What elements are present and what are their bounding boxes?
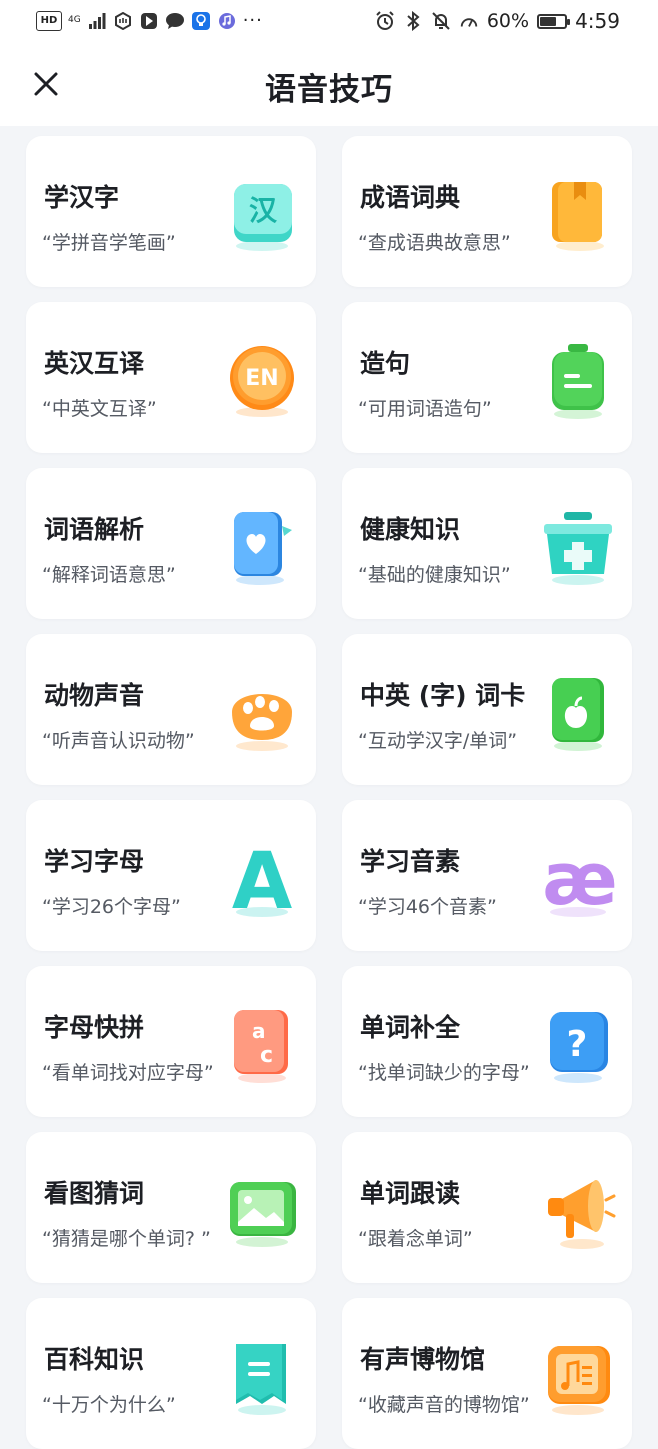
feature-title: 学汉字: [44, 183, 120, 212]
speed-gauge-icon: [459, 12, 479, 30]
heart-book-icon: [222, 506, 302, 586]
book-icon: [538, 174, 618, 254]
music-app-icon: [217, 12, 237, 30]
feature-title: 学习字母: [44, 847, 145, 876]
svg-text:EN: EN: [245, 366, 278, 391]
chat-icon: [165, 12, 185, 30]
feature-title: 造句: [360, 349, 411, 378]
sentence-jar-icon: [538, 340, 618, 420]
feature-title: 单词跟读: [360, 1179, 461, 1208]
feature-card-4[interactable]: 造句 “可用词语造句”: [342, 302, 632, 453]
feature-card-16[interactable]: 有声博物馆 “收藏声音的博物馆”: [342, 1298, 632, 1449]
feature-subtitle: “基础的健康知识”: [358, 564, 511, 586]
feature-card-15[interactable]: 百科知识 “十万个为什么”: [26, 1298, 316, 1449]
feature-subtitle: “学习46个音素”: [358, 896, 497, 918]
page-title: 语音技巧: [265, 72, 393, 108]
feature-title: 成语词典: [360, 183, 461, 212]
status-bar-left: HD 4G ···: [36, 10, 263, 31]
feature-card-14[interactable]: 单词跟读 “跟着念单词”: [342, 1132, 632, 1283]
phoneme-ae-icon: æ: [538, 837, 618, 921]
feature-title: 中英 (字) 词卡: [360, 681, 526, 710]
clock-time: 4:59: [575, 9, 620, 33]
page-header: 语音技巧: [0, 46, 658, 126]
feature-title: 看图猜词: [44, 1179, 145, 1208]
feature-subtitle: “解释词语意思”: [42, 564, 176, 586]
svg-text:æ: æ: [542, 838, 617, 918]
app-arrow-icon: [139, 12, 159, 30]
feature-subtitle: “互动学汉字/单词”: [358, 730, 518, 752]
battery-level: [540, 16, 556, 26]
more-notifications-icon: ···: [242, 10, 263, 31]
feature-subtitle: “猜猜是哪个单词? ”: [42, 1228, 211, 1250]
feature-subtitle: “可用词语造句”: [358, 398, 492, 420]
letter-a-icon: A: [222, 837, 302, 927]
feature-subtitle: “中英文互译”: [42, 398, 157, 420]
letters-tile-icon: a c: [222, 1004, 302, 1084]
feature-title: 英汉互译: [44, 349, 145, 378]
feature-subtitle: “学习26个字母”: [42, 896, 181, 918]
bluetooth-icon: [403, 11, 423, 31]
feature-title: 动物声音: [44, 681, 145, 710]
mute-bell-icon: [431, 12, 451, 30]
feature-title: 词语解析: [44, 515, 145, 544]
svg-text:c: c: [260, 1043, 273, 1068]
feature-subtitle: “查成语典故意思”: [358, 232, 511, 254]
megaphone-icon: [538, 1170, 618, 1250]
feature-subtitle: “十万个为什么”: [42, 1394, 176, 1416]
question-tile-icon: ?: [538, 1004, 618, 1084]
hanzi-tile-icon: 汉: [222, 174, 302, 254]
feature-card-13[interactable]: 看图猜词 “猜猜是哪个单词? ”: [26, 1132, 316, 1283]
svg-text:?: ?: [567, 1024, 588, 1065]
battery-icon: [537, 13, 571, 29]
feature-subtitle: “跟着念单词”: [358, 1228, 473, 1250]
feature-card-5[interactable]: 词语解析 “解释词语意思”: [26, 468, 316, 619]
feature-title: 学习音素: [360, 847, 461, 876]
feature-card-1[interactable]: 学汉字 “学拼音学笔画” 汉: [26, 136, 316, 287]
network-type: 4G: [68, 15, 81, 25]
paw-icon: [222, 672, 302, 752]
feature-title: 单词补全: [360, 1013, 461, 1042]
feature-card-10[interactable]: 学习音素 “学习46个音素” æ: [342, 800, 632, 951]
feature-card-12[interactable]: 单词补全 “找单词缺少的字母” ?: [342, 966, 632, 1117]
app-hand-icon: [113, 11, 133, 30]
picture-icon: [222, 1170, 302, 1250]
apple-card-icon: [538, 672, 618, 752]
bulb-app-icon: [191, 11, 211, 30]
encyclopedia-icon: [222, 1336, 302, 1416]
feature-title: 字母快拼: [44, 1013, 145, 1042]
hd-icon: HD: [36, 10, 62, 31]
feature-card-3[interactable]: 英汉互译 “中英文互译” EN: [26, 302, 316, 453]
status-bar: HD 4G ··· 60% 4:59: [0, 0, 658, 46]
svg-text:A: A: [232, 838, 292, 918]
signal-icon: [87, 12, 107, 30]
alarm-icon: [375, 11, 395, 30]
feature-card-6[interactable]: 健康知识 “基础的健康知识”: [342, 468, 632, 619]
feature-title: 健康知识: [360, 515, 461, 544]
medical-kit-icon: [538, 506, 618, 586]
feature-title: 有声博物馆: [360, 1345, 486, 1374]
svg-text:a: a: [252, 1019, 266, 1043]
feature-card-11[interactable]: 字母快拼 “看单词找对应字母” a c: [26, 966, 316, 1117]
feature-subtitle: “找单词缺少的字母”: [358, 1062, 530, 1084]
status-bar-right: 60% 4:59: [375, 9, 620, 33]
english-coin-icon: EN: [222, 340, 302, 420]
svg-text:汉: 汉: [249, 194, 278, 227]
music-museum-icon: [538, 1336, 618, 1416]
feature-card-2[interactable]: 成语词典 “查成语典故意思”: [342, 136, 632, 287]
battery-percent: 60%: [486, 10, 530, 32]
feature-subtitle: “听声音认识动物”: [42, 730, 195, 752]
feature-card-8[interactable]: 中英 (字) 词卡 “互动学汉字/单词”: [342, 634, 632, 785]
feature-title: 百科知识: [44, 1345, 145, 1374]
feature-card-9[interactable]: 学习字母 “学习26个字母” A: [26, 800, 316, 951]
feature-subtitle: “看单词找对应字母”: [42, 1062, 214, 1084]
feature-grid: 学汉字 “学拼音学笔画” 汉 成语词典 “查成语典故意思” 英汉互译 “中英文互…: [26, 136, 632, 1449]
feature-subtitle: “收藏声音的博物馆”: [358, 1394, 530, 1416]
feature-card-7[interactable]: 动物声音 “听声音认识动物”: [26, 634, 316, 785]
feature-subtitle: “学拼音学笔画”: [42, 232, 176, 254]
